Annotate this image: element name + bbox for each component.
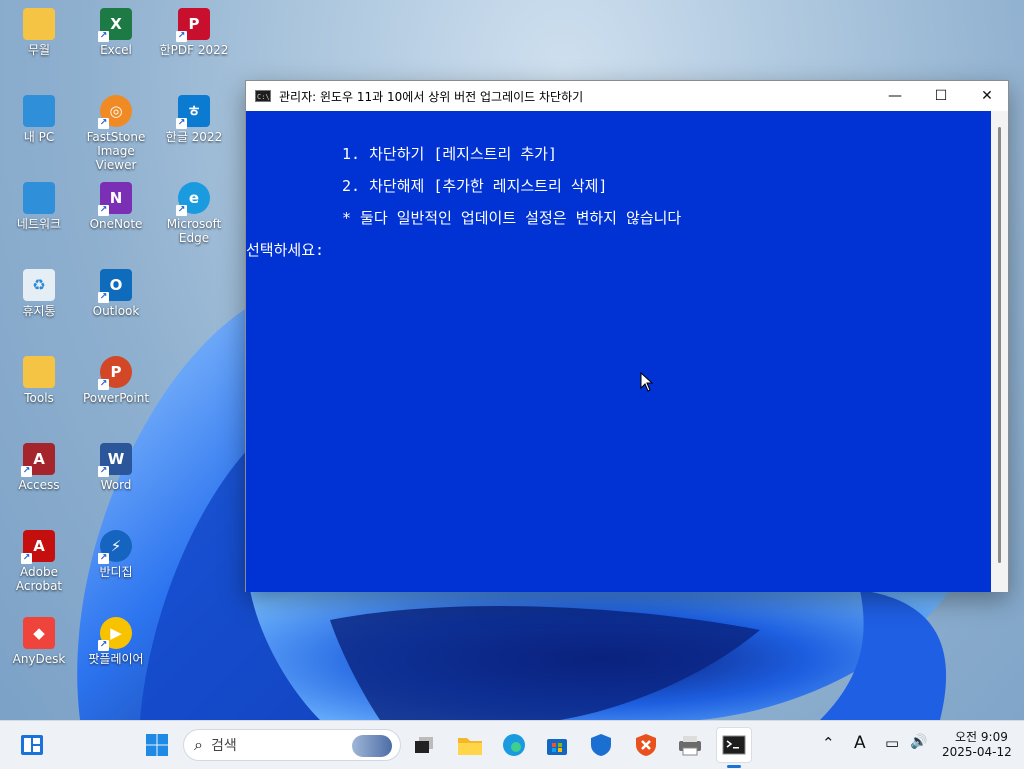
desktop-icon-label: FastStone Image Viewer xyxy=(86,130,146,172)
desktop-icon-hanpdf[interactable]: P ↗ 한PDF 2022 xyxy=(156,2,232,82)
window-title: 관리자: 윈도우 11과 10에서 상위 버전 업그레이드 차단하기 xyxy=(279,89,584,104)
minimize-button[interactable]: — xyxy=(872,81,918,111)
console-window[interactable]: C:\ 관리자: 윈도우 11과 10에서 상위 버전 업그레이드 차단하기 —… xyxy=(245,80,1009,592)
desktop-icon-label: Tools xyxy=(24,391,54,405)
recycle-bin-icon: ♻ xyxy=(23,269,55,301)
scrollbar-thumb[interactable] xyxy=(998,127,1001,563)
show-hidden-icons-icon[interactable]: ⌃ xyxy=(822,734,835,752)
terminal-icon[interactable] xyxy=(716,727,752,763)
outlook-icon: O ↗ xyxy=(98,269,132,303)
search-icon: ⌕ xyxy=(194,735,203,754)
defender-icon[interactable] xyxy=(585,729,617,761)
task-view-icon[interactable] xyxy=(408,729,440,761)
printer-icon[interactable] xyxy=(674,729,706,761)
maximize-button[interactable]: ☐ xyxy=(918,81,964,111)
desktop-icon-label: Adobe Acrobat xyxy=(15,565,63,593)
clock-time[interactable]: 오전 9:09 xyxy=(955,728,1008,745)
console-line-option-2: 2. 차단해제 [추가한 레지스트리 삭제] xyxy=(342,177,608,195)
desktop-icon-label: Excel xyxy=(100,43,132,57)
desktop-icon-label: Access xyxy=(18,478,60,492)
network-icon xyxy=(23,182,55,214)
folder-icon xyxy=(23,8,55,40)
desktop-icon-anydesk[interactable]: ◆ AnyDesk xyxy=(1,611,77,691)
mouse-cursor-icon xyxy=(640,372,654,392)
desktop-icon-acrobat[interactable]: A ↗ Adobe Acrobat xyxy=(1,524,77,604)
network-status-icon[interactable]: ▭ xyxy=(885,734,899,752)
console-prompt: 선택하세요: xyxy=(246,241,325,259)
desktop-icon-label: Microsoft Edge xyxy=(166,217,222,245)
anydesk-icon: ◆ xyxy=(23,617,55,649)
edge-icon: e ↗ xyxy=(176,182,210,216)
desktop-icon-network[interactable]: 네트워크 xyxy=(1,176,77,256)
desktop-icon-faststone[interactable]: ◎ ↗ FastStone Image Viewer xyxy=(78,89,154,172)
desktop-icon-label: 네트워크 xyxy=(16,217,62,231)
widgets-icon[interactable] xyxy=(16,729,48,761)
desktop-icon-excel[interactable]: X ↗ Excel xyxy=(78,2,154,82)
desktop-icon-label: 반디집 xyxy=(99,565,133,579)
desktop-icon-tools[interactable]: Tools xyxy=(1,350,77,430)
desktop-icon-word[interactable]: W ↗ Word xyxy=(78,437,154,517)
clock-date[interactable]: 2025-04-12 xyxy=(942,745,1012,759)
ime-indicator[interactable]: A xyxy=(854,733,866,753)
taskbar-search[interactable]: ⌕ 검색 xyxy=(183,729,401,761)
desktop-icon-potplayer[interactable]: ▶ ↗ 팟플레이어 xyxy=(78,611,154,691)
desktop-icon-access[interactable]: A ↗ Access xyxy=(1,437,77,517)
desktop-icon-label: 한글 2022 xyxy=(165,130,223,144)
desktop-icon-label: Outlook xyxy=(92,304,140,318)
desktop-icon-label: 휴지통 xyxy=(22,304,56,318)
folder-icon xyxy=(23,356,55,388)
console-line-option-1: 1. 차단하기 [레지스트리 추가] xyxy=(342,145,558,163)
search-highlight-icon xyxy=(352,735,392,757)
desktop-icon-label: PowerPoint xyxy=(82,391,150,405)
excel-icon: X ↗ xyxy=(98,8,132,42)
desktop-icon-recycle-bin[interactable]: ♻ 휴지통 xyxy=(1,263,77,343)
console-scrollbar[interactable] xyxy=(991,111,1008,592)
edge-icon[interactable] xyxy=(498,729,530,761)
file-explorer-icon[interactable] xyxy=(454,729,486,761)
desktop-icon-folder[interactable]: 무월 xyxy=(1,2,77,82)
store-icon[interactable] xyxy=(541,729,573,761)
desktop-icon-label: 무월 xyxy=(27,43,51,57)
console-output[interactable]: 1. 차단하기 [레지스트리 추가] 2. 차단해제 [추가한 레지스트리 삭제… xyxy=(246,111,991,592)
desktop-icon-label: Word xyxy=(100,478,132,492)
potplayer-icon: ▶ ↗ xyxy=(98,617,132,651)
desktop-icon-outlook[interactable]: O ↗ Outlook xyxy=(78,263,154,343)
avast-icon[interactable] xyxy=(630,729,662,761)
desktop-icon-onenote[interactable]: N ↗ OneNote xyxy=(78,176,154,256)
onenote-icon: N ↗ xyxy=(98,182,132,216)
hangul-icon: ㅎ ↗ xyxy=(176,95,210,129)
desktop-icon-label: 팟플레이어 xyxy=(88,652,144,666)
taskbar: ⌕ 검색 ⌃ A ▭ 🔊 오전 9:09 2025-04-12 xyxy=(0,720,1024,769)
desktop-icon-powerpoint[interactable]: P ↗ PowerPoint xyxy=(78,350,154,430)
title-bar[interactable]: C:\ 관리자: 윈도우 11과 10에서 상위 버전 업그레이드 차단하기 —… xyxy=(246,81,1008,111)
desktop-icon-this-pc[interactable]: 내 PC xyxy=(1,89,77,169)
start-icon[interactable] xyxy=(141,729,173,761)
close-button[interactable]: ✕ xyxy=(964,81,1010,111)
search-placeholder: 검색 xyxy=(210,738,237,754)
volume-icon[interactable]: 🔊 xyxy=(910,734,927,750)
desktop-icon-edge[interactable]: e ↗ Microsoft Edge xyxy=(156,176,232,256)
desktop-icon-label: 내 PC xyxy=(23,130,55,144)
bandizip-icon: ⚡ ↗ xyxy=(98,530,132,564)
console-line-note: * 둘다 일반적인 업데이트 설정은 변하지 않습니다 xyxy=(342,209,682,227)
word-icon: W ↗ xyxy=(98,443,132,477)
desktop-icon-bandizip[interactable]: ⚡ ↗ 반디집 xyxy=(78,524,154,604)
hanpdf-icon: P ↗ xyxy=(176,8,210,42)
desktop-icon-label: AnyDesk xyxy=(12,652,66,666)
monitor-icon xyxy=(23,95,55,127)
desktop-icon-label: 한PDF 2022 xyxy=(159,43,229,57)
desktop-icon-label: OneNote xyxy=(89,217,143,231)
console-app-icon: C:\ xyxy=(255,90,271,102)
faststone-icon: ◎ ↗ xyxy=(98,95,132,129)
desktop-icon-hangul[interactable]: ㅎ ↗ 한글 2022 xyxy=(156,89,232,169)
acrobat-icon: A ↗ xyxy=(21,530,55,564)
powerpoint-icon: P ↗ xyxy=(98,356,132,390)
access-icon: A ↗ xyxy=(21,443,55,477)
